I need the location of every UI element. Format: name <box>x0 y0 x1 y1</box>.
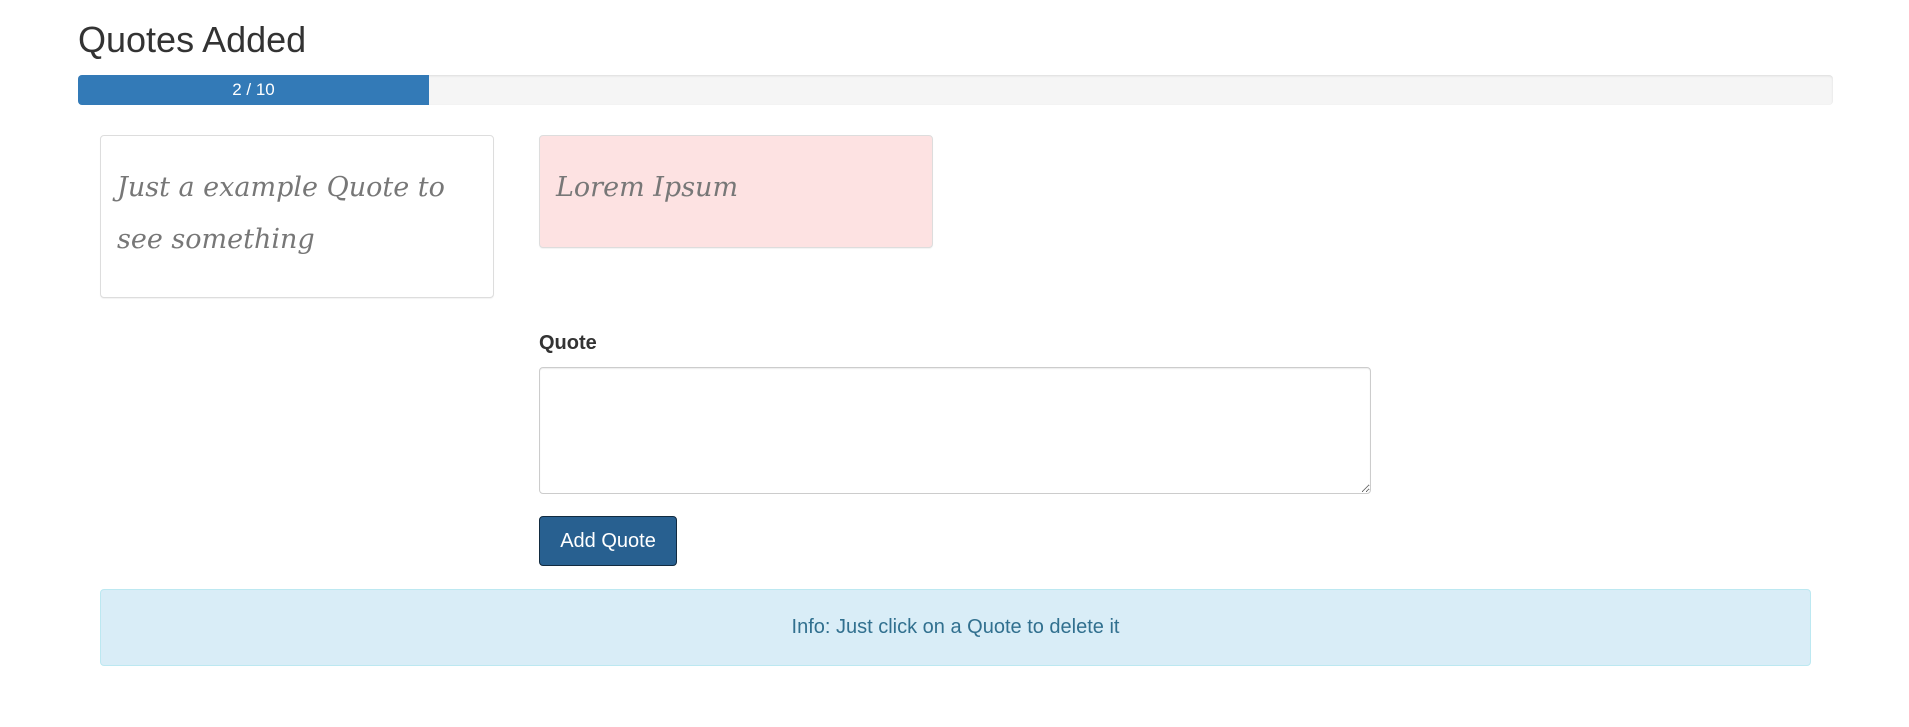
add-quote-button[interactable]: Add Quote <box>539 516 677 566</box>
quote-card[interactable]: Just a example Quote to see something <box>100 135 494 298</box>
quote-textarea[interactable] <box>539 367 1371 494</box>
quote-card[interactable]: Lorem Ipsum <box>539 135 933 248</box>
quotes-progress: 2 / 10 <box>78 75 1833 105</box>
progress-bar: 2 / 10 <box>78 75 429 105</box>
quote-label: Quote <box>539 332 597 354</box>
info-alert: Info: Just click on a Quote to delete it <box>100 589 1811 666</box>
page-title: Quotes Added <box>78 19 307 60</box>
